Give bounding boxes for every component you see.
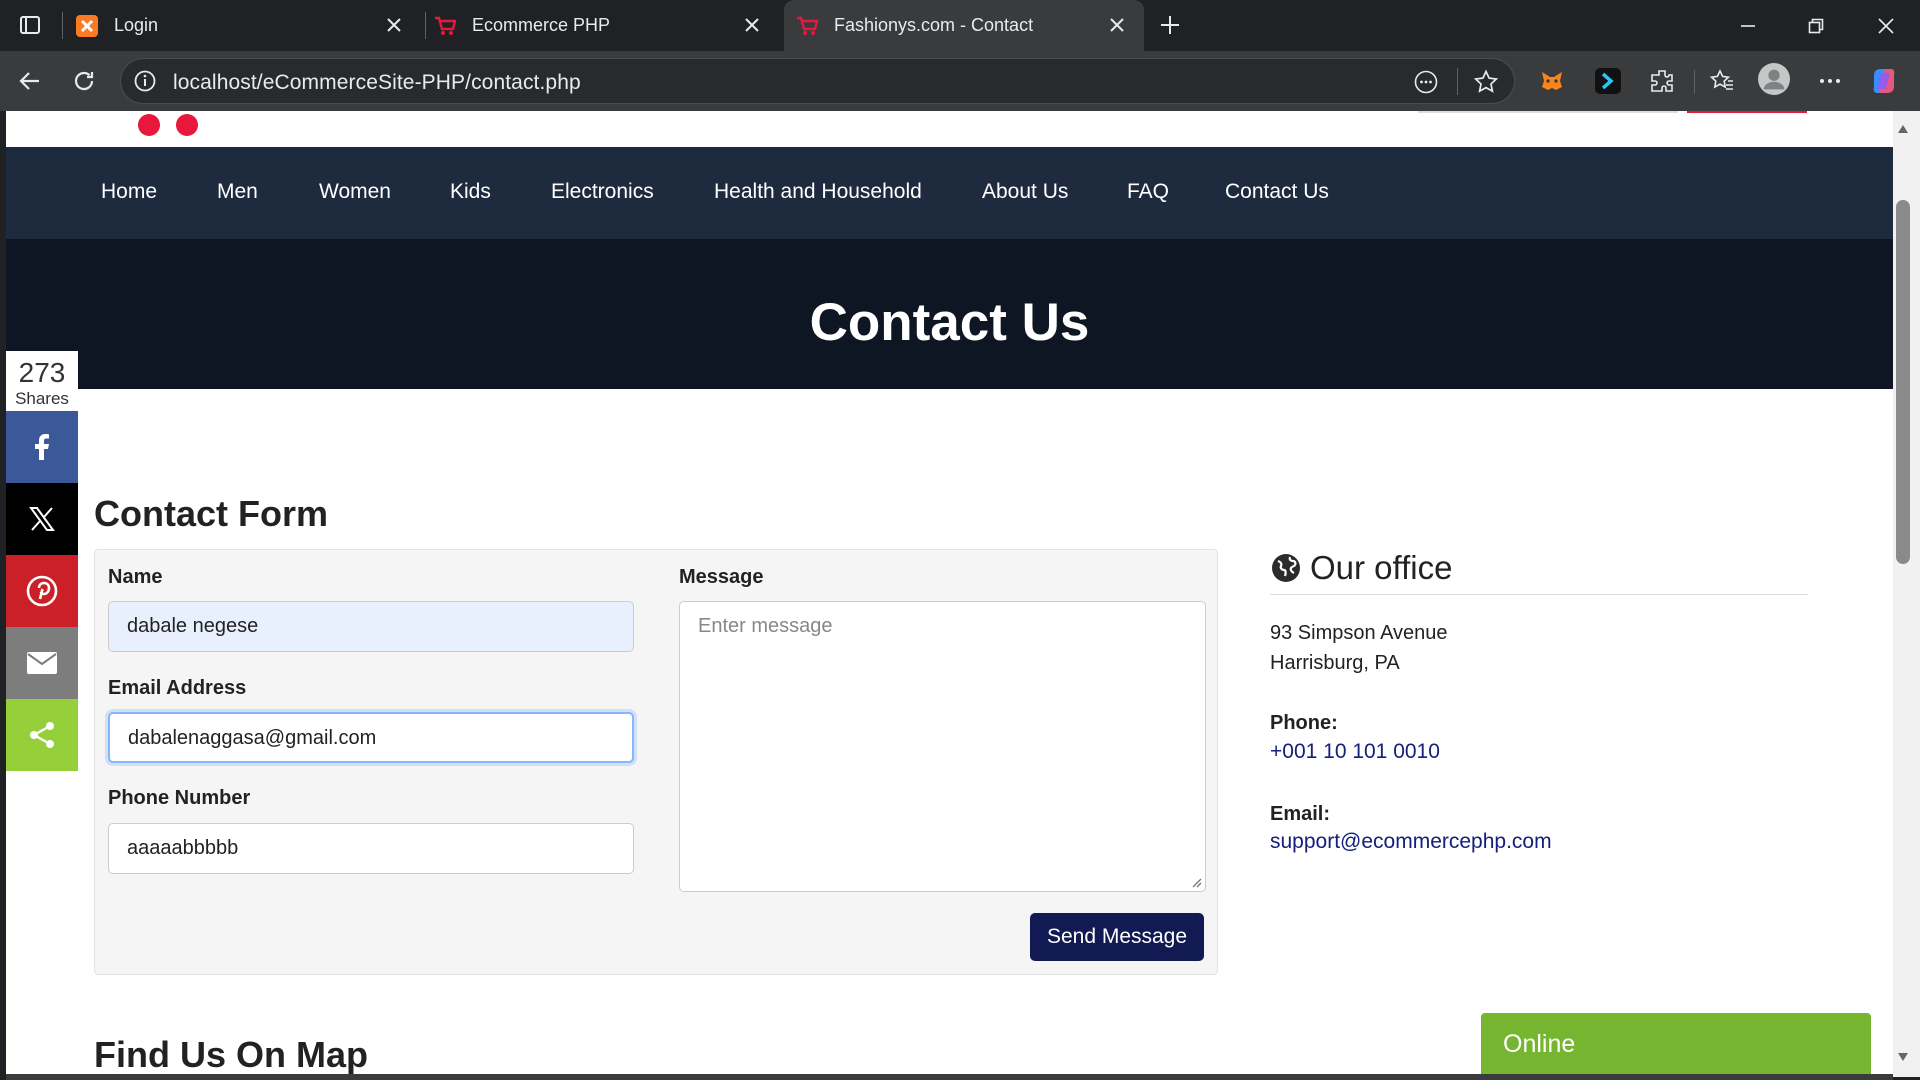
office-title: Our office xyxy=(1310,549,1453,586)
extensions-icon[interactable] xyxy=(1646,65,1678,97)
scrollbar-thumb[interactable] xyxy=(1896,200,1910,564)
scroll-up-arrow-icon[interactable] xyxy=(1896,122,1910,136)
nav-electronics[interactable]: Electronics xyxy=(551,180,654,204)
reading-mode-icon[interactable] xyxy=(1413,69,1439,100)
nav-women[interactable]: Women xyxy=(319,180,391,204)
contact-form-heading: Contact Form xyxy=(94,493,328,534)
tab-title: Ecommerce PHP xyxy=(472,15,611,35)
name-label: Name xyxy=(108,566,163,588)
site-info-icon[interactable] xyxy=(133,69,157,98)
office-address-line2: Harrisburg, PA xyxy=(1270,652,1400,674)
cart-icon xyxy=(434,15,456,37)
decorative-dot xyxy=(176,114,198,136)
phone-label: Phone Number xyxy=(108,787,251,809)
tab-title: Fashionys.com - Contact xyxy=(834,15,1034,35)
address-bar[interactable]: localhost/eCommerceSite-PHP/contact.php xyxy=(120,58,1515,104)
x-logo-icon xyxy=(29,507,55,531)
divider xyxy=(1270,594,1808,595)
profile-avatar-icon[interactable] xyxy=(1758,63,1790,95)
decorative-dot xyxy=(138,114,160,136)
office-heading: Our office xyxy=(1270,549,1452,587)
restore-icon[interactable] xyxy=(1786,0,1846,51)
copilot-icon[interactable] xyxy=(1868,65,1900,97)
nav-about-us[interactable]: About Us xyxy=(982,180,1068,204)
reload-icon[interactable] xyxy=(68,65,100,97)
tab-ecommerce-php[interactable]: Ecommerce PHP xyxy=(434,0,779,51)
tab-fashionys-contact[interactable]: Fashionys.com - Contact xyxy=(784,0,1144,51)
nav-faq[interactable]: FAQ xyxy=(1127,180,1169,204)
share-icon xyxy=(30,722,54,748)
email-label: Email Address xyxy=(108,677,247,699)
office-address-line1: 93 Simpson Avenue xyxy=(1270,622,1448,644)
tab-title: Login xyxy=(114,15,159,35)
nav-contact-us[interactable]: Contact Us xyxy=(1225,180,1329,204)
page-title: Contact Us xyxy=(809,293,1090,352)
send-message-button[interactable]: Send Message xyxy=(1030,913,1204,961)
scroll-down-arrow-icon[interactable] xyxy=(1896,1050,1910,1064)
page-viewport: Home Men Women Kids Electronics Health a… xyxy=(6,111,1893,1077)
metamask-extension-icon[interactable] xyxy=(1536,65,1568,97)
share-facebook-button[interactable] xyxy=(6,411,78,483)
browser-tab-bar: Login Ecommerce PHP Fashionys.com - Cont… xyxy=(0,0,1920,51)
window-close-icon[interactable] xyxy=(1856,0,1916,51)
url-text: localhost/eCommerceSite-PHP/contact.php xyxy=(173,71,581,94)
more-options-icon[interactable] xyxy=(1814,65,1846,97)
phone-input[interactable]: aaaaabbbbb xyxy=(108,823,634,874)
nav-home[interactable]: Home xyxy=(101,180,157,204)
close-icon[interactable] xyxy=(381,12,407,38)
pinterest-icon xyxy=(26,575,58,607)
tab-login[interactable]: Login xyxy=(76,0,421,51)
nav-health-household[interactable]: Health and Household xyxy=(714,180,922,204)
share-label: Shares xyxy=(15,389,69,408)
share-pinterest-button[interactable] xyxy=(6,555,78,627)
nav-men[interactable]: Men xyxy=(217,180,258,204)
globe-icon xyxy=(1272,554,1300,582)
name-input[interactable]: dabale negese xyxy=(108,601,634,652)
facebook-icon xyxy=(35,434,49,460)
close-icon[interactable] xyxy=(1104,12,1130,38)
office-phone-label: Phone: xyxy=(1270,712,1338,734)
office-email-link[interactable]: support@ecommercephp.com xyxy=(1270,830,1552,854)
share-email-button[interactable] xyxy=(6,627,78,699)
favorite-star-icon[interactable] xyxy=(1473,69,1499,100)
share-more-button[interactable] xyxy=(6,699,78,771)
share-x-button[interactable] xyxy=(6,483,78,555)
share-count: 273 xyxy=(18,357,66,388)
email-input[interactable]: dabalenaggasa@gmail.com xyxy=(108,712,634,763)
contact-form: Name dabale negese Email Address dabalen… xyxy=(94,549,1218,975)
close-icon[interactable] xyxy=(739,12,765,38)
share-counter: 273 Shares xyxy=(6,351,78,408)
tab-actions-icon[interactable] xyxy=(14,9,46,41)
message-textarea[interactable]: Enter message xyxy=(679,601,1206,892)
main-navbar: Home Men Women Kids Electronics Health a… xyxy=(6,147,1893,239)
back-icon[interactable] xyxy=(14,65,46,97)
window-bottom-edge xyxy=(6,1074,1893,1080)
terminal-extension-icon[interactable] xyxy=(1592,65,1624,97)
envelope-icon xyxy=(27,652,57,674)
chat-online-widget[interactable]: Online xyxy=(1481,1013,1871,1077)
browser-toolbar: localhost/eCommerceSite-PHP/contact.php xyxy=(0,51,1920,111)
page-hero: Contact Us xyxy=(6,239,1893,389)
cart-icon xyxy=(796,15,818,37)
map-heading: Find Us On Map xyxy=(94,1034,368,1075)
favorites-icon[interactable] xyxy=(1706,65,1738,97)
office-phone-link[interactable]: +001 10 101 0010 xyxy=(1270,740,1440,764)
top-header-strip xyxy=(6,111,1893,147)
office-email-label: Email: xyxy=(1270,803,1331,825)
new-tab-icon[interactable] xyxy=(1154,9,1186,41)
minimize-icon[interactable] xyxy=(1718,0,1778,51)
message-label: Message xyxy=(679,566,764,588)
resize-handle-icon[interactable] xyxy=(1190,876,1202,888)
message-placeholder: Enter message xyxy=(698,615,833,637)
nav-kids[interactable]: Kids xyxy=(450,180,491,204)
xampp-icon xyxy=(76,14,98,37)
